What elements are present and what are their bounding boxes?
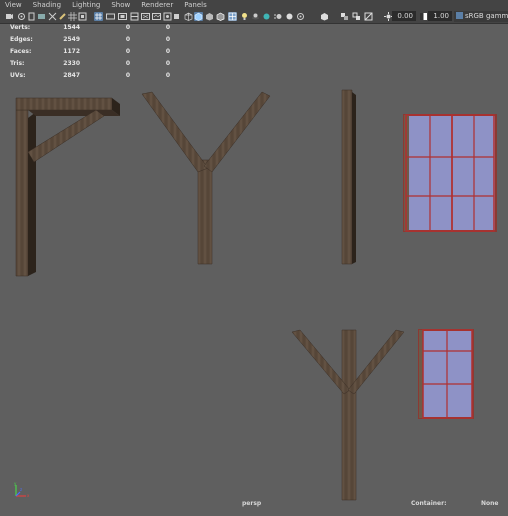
film-gate-icon[interactable] xyxy=(78,12,87,21)
wooden-gallows-bracket[interactable] xyxy=(15,97,120,277)
safe-action-icon[interactable] xyxy=(141,12,150,21)
hud-label: Verts: xyxy=(10,24,31,31)
scene-canvas xyxy=(15,89,497,501)
hud-value: 0 xyxy=(165,60,170,67)
wooden-y-post-lower[interactable] xyxy=(291,329,405,501)
camera-name-label: persp xyxy=(242,500,262,507)
safe-title-icon[interactable] xyxy=(152,12,161,21)
bookmarks-icon[interactable] xyxy=(27,12,36,21)
anti-aliasing-icon[interactable] xyxy=(285,12,294,21)
wooden-straight-post[interactable] xyxy=(341,89,356,265)
axis-x-label: x xyxy=(27,493,30,498)
hud-value: 0 xyxy=(125,48,130,55)
field-chart-icon[interactable] xyxy=(130,12,139,21)
select-camera-icon[interactable] xyxy=(5,12,14,21)
grid-toggle-icon[interactable] xyxy=(68,12,77,21)
camera-attributes-icon[interactable] xyxy=(17,12,26,21)
default-material-icon[interactable] xyxy=(205,12,214,21)
menu-renderer[interactable]: Renderer xyxy=(141,0,173,10)
grease-pencil-icon[interactable] xyxy=(58,12,67,21)
hud-row-tris: Tris: 2330 0 0 xyxy=(10,60,170,72)
panel-toolbar: 0.00 1.00 sRGB gamma xyxy=(0,10,508,24)
color-space-dropdown[interactable]: sRGB gamma xyxy=(454,11,508,22)
perspective-viewport[interactable] xyxy=(0,24,508,512)
xray-icon[interactable] xyxy=(172,12,181,21)
image-plane-icon[interactable] xyxy=(37,12,46,21)
gamma-field[interactable]: 1.00 xyxy=(428,11,452,21)
menu-lighting[interactable]: Lighting xyxy=(72,0,100,10)
hud-value: 1172 xyxy=(63,48,80,55)
motion-blur-icon[interactable] xyxy=(274,12,283,21)
hud-value: 1544 xyxy=(63,24,80,31)
panel-menu-bar: View Shading Lighting Show Renderer Pane… xyxy=(0,0,508,10)
hud-value: 0 xyxy=(165,24,170,31)
hud-value: 2847 xyxy=(63,72,80,79)
hud-row-uvs: UVs: 2847 0 0 xyxy=(10,72,170,84)
container-value: None xyxy=(481,500,499,507)
hud-value: 2330 xyxy=(63,60,80,67)
color-management-icon xyxy=(456,12,463,19)
heads-up-display-poly-count: Verts: 1544 0 0 Edges: 2549 0 0 Faces: 1… xyxy=(10,24,170,84)
hud-label: UVs: xyxy=(10,72,26,79)
axis-z-label: z xyxy=(20,487,22,492)
backface-culling-icon[interactable] xyxy=(364,12,373,21)
gamma-icon[interactable] xyxy=(419,12,428,21)
isolate-view-icon[interactable] xyxy=(320,12,329,21)
hud-value: 0 xyxy=(165,48,170,55)
hud-value: 0 xyxy=(125,36,130,43)
wooden-y-post-upper[interactable] xyxy=(141,91,271,265)
hud-label: Tris: xyxy=(10,60,25,67)
smooth-shade-icon[interactable] xyxy=(194,12,203,21)
hud-label: Faces: xyxy=(10,48,32,55)
gate-mask-icon[interactable] xyxy=(118,12,127,21)
textured-icon[interactable] xyxy=(228,12,237,21)
2d-pan-zoom-icon[interactable] xyxy=(48,12,57,21)
wireframe-icon[interactable] xyxy=(184,12,193,21)
xray-joints-icon[interactable] xyxy=(340,12,349,21)
hud-label: Edges: xyxy=(10,36,33,43)
menu-panels[interactable]: Panels xyxy=(184,0,207,10)
use-all-lights-icon[interactable] xyxy=(240,12,249,21)
depth-of-field-icon[interactable] xyxy=(296,12,305,21)
container-label: Container: xyxy=(411,500,447,507)
exposure-field[interactable]: 0.00 xyxy=(392,11,416,21)
grid-display-icon[interactable] xyxy=(94,12,103,21)
hud-value: 2549 xyxy=(63,36,80,43)
view-axis-icon: y x z xyxy=(12,481,32,502)
hud-value: 0 xyxy=(125,60,130,67)
xray-active-components-icon[interactable] xyxy=(352,12,361,21)
hud-value: 0 xyxy=(165,36,170,43)
resolution-gate-icon[interactable] xyxy=(106,12,115,21)
menu-show[interactable]: Show xyxy=(111,0,130,10)
hud-row-verts: Verts: 1544 0 0 xyxy=(10,24,170,36)
hud-value: 0 xyxy=(165,72,170,79)
color-space-label: sRGB gamma xyxy=(465,12,508,20)
shadows-icon[interactable] xyxy=(251,12,260,21)
screen-space-ao-icon[interactable] xyxy=(262,12,271,21)
hud-row-edges: Edges: 2549 0 0 xyxy=(10,36,170,48)
hud-value: 0 xyxy=(125,24,130,31)
menu-view[interactable]: View xyxy=(5,0,22,10)
window-frame-upper[interactable] xyxy=(403,114,497,232)
hud-row-faces: Faces: 1172 0 0 xyxy=(10,48,170,60)
isolate-select-icon[interactable] xyxy=(163,12,172,21)
wireframe-on-shaded-icon[interactable] xyxy=(216,12,225,21)
window-frame-lower[interactable] xyxy=(418,329,474,419)
menu-shading[interactable]: Shading xyxy=(33,0,61,10)
hud-value: 0 xyxy=(125,72,130,79)
